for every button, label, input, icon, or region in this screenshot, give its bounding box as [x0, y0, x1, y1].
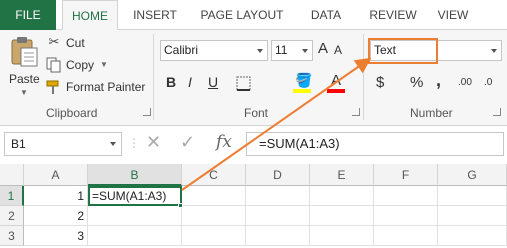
- name-box-value: B1: [11, 137, 26, 151]
- tab-data[interactable]: DATA: [298, 0, 354, 30]
- cancel-icon[interactable]: ✕: [146, 132, 161, 153]
- fill-handle[interactable]: [178, 203, 183, 208]
- copy-button[interactable]: Copy ▼: [46, 56, 116, 74]
- formula-input[interactable]: =SUM(A1:A3): [246, 132, 504, 156]
- number-launcher-icon[interactable]: [493, 108, 501, 116]
- cell-g2[interactable]: [438, 206, 507, 226]
- row-header-1[interactable]: 1: [0, 186, 24, 206]
- group-divider: [363, 34, 364, 120]
- insert-function-icon[interactable]: fx: [216, 132, 232, 152]
- cell-b2[interactable]: [88, 206, 182, 226]
- cell-f1[interactable]: [374, 186, 438, 206]
- bold-button[interactable]: B: [166, 74, 176, 90]
- cell-f3[interactable]: [374, 226, 438, 246]
- column-header-c[interactable]: C: [182, 164, 246, 186]
- font-launcher-icon[interactable]: [352, 108, 360, 116]
- tab-file[interactable]: FILE: [0, 0, 56, 30]
- ribbon-tab-bar: FILE HOME INSERT PAGE LAYOUT DATA REVIEW…: [0, 0, 507, 31]
- paste-icon: [11, 37, 38, 67]
- tab-insert[interactable]: INSERT: [124, 0, 186, 30]
- chevron-down-icon: ▼: [100, 60, 108, 69]
- chevron-down-icon: ▼: [20, 88, 28, 97]
- copy-icon: [46, 57, 61, 73]
- worksheet-grid: A B C D E F G 1 2 3 1 =SUM(A1:A3) 2 3: [0, 164, 507, 248]
- chevron-down-icon: [110, 142, 116, 146]
- paste-button[interactable]: Paste ▼: [6, 34, 42, 100]
- row-header-3[interactable]: 3: [0, 226, 24, 246]
- cut-button[interactable]: ✂ Cut: [46, 34, 106, 52]
- cut-label: Cut: [66, 36, 85, 50]
- font-group-label: Font: [244, 106, 269, 120]
- cell-e2[interactable]: [310, 206, 374, 226]
- italic-button[interactable]: I: [188, 74, 192, 90]
- cell-b3[interactable]: [88, 226, 182, 246]
- cell-g1[interactable]: [438, 186, 507, 206]
- font-name-dropdown[interactable]: Calibri: [160, 40, 268, 61]
- column-header-e[interactable]: E: [310, 164, 374, 186]
- column-header-a[interactable]: A: [24, 164, 88, 186]
- number-format-highlight: [368, 38, 438, 64]
- group-divider: [153, 34, 154, 120]
- fill-color-button[interactable]: 🪣: [292, 72, 312, 96]
- decrease-font-button[interactable]: A: [334, 43, 342, 57]
- column-header-f[interactable]: F: [374, 164, 438, 186]
- name-box[interactable]: B1: [4, 132, 122, 156]
- formula-bar: B1 ⋮ ✕ ✓ fx =SUM(A1:A3): [0, 130, 507, 160]
- increase-decimal-button[interactable]: .00: [458, 77, 472, 88]
- font-color-label: A: [331, 72, 342, 89]
- tab-page-layout[interactable]: PAGE LAYOUT: [192, 0, 292, 30]
- font-size-value: 11: [275, 43, 288, 57]
- cell-d2[interactable]: [246, 206, 310, 226]
- tab-home[interactable]: HOME: [62, 0, 118, 31]
- borders-icon[interactable]: [236, 76, 252, 92]
- cell-a3[interactable]: 3: [24, 226, 88, 246]
- cell-a2[interactable]: 2: [24, 206, 88, 226]
- clipboard-launcher-icon[interactable]: [143, 108, 151, 116]
- cell-e1[interactable]: [310, 186, 374, 206]
- fill-color-swatch: [293, 89, 311, 93]
- underline-button[interactable]: U: [208, 74, 218, 90]
- tab-review[interactable]: REVIEW: [362, 0, 424, 30]
- format-painter-button[interactable]: Format Painter: [46, 78, 150, 96]
- cell-c2[interactable]: [182, 206, 246, 226]
- cell-a1[interactable]: 1: [24, 186, 88, 206]
- formula-value: =SUM(A1:A3): [259, 136, 340, 151]
- chevron-down-icon: [257, 49, 263, 53]
- font-color-swatch: [327, 89, 345, 93]
- copy-label: Copy: [66, 58, 95, 72]
- tab-view[interactable]: VIEW: [428, 0, 478, 30]
- chevron-down-icon: [491, 49, 497, 53]
- cell-f2[interactable]: [374, 206, 438, 226]
- format-painter-icon: [46, 80, 59, 94]
- number-group-label: Number: [410, 106, 453, 120]
- font-size-dropdown[interactable]: 11: [271, 40, 313, 61]
- cell-d1[interactable]: [246, 186, 310, 206]
- enter-icon[interactable]: ✓: [180, 132, 195, 153]
- row-header-2[interactable]: 2: [0, 206, 24, 226]
- paste-label: Paste: [9, 72, 40, 86]
- percent-button[interactable]: %: [410, 74, 423, 91]
- format-painter-label: Format Painter: [66, 80, 146, 94]
- select-all-corner[interactable]: [0, 164, 24, 186]
- cell-c1[interactable]: [182, 186, 246, 206]
- cell-g3[interactable]: [438, 226, 507, 246]
- cell-c3[interactable]: [182, 226, 246, 246]
- chevron-down-icon: [302, 49, 308, 53]
- paint-bucket-icon: 🪣: [295, 72, 313, 88]
- dots-icon: ⋮: [128, 136, 140, 150]
- currency-button[interactable]: $: [376, 74, 384, 91]
- clipboard-group-label: Clipboard: [46, 106, 98, 120]
- font-color-button[interactable]: A: [326, 72, 346, 96]
- scissors-icon: ✂: [48, 34, 60, 49]
- column-header-b[interactable]: B: [88, 164, 182, 186]
- cell-e3[interactable]: [310, 226, 374, 246]
- cell-b1[interactable]: =SUM(A1:A3): [88, 186, 182, 206]
- decrease-decimal-button[interactable]: .0: [484, 77, 492, 88]
- cell-d3[interactable]: [246, 226, 310, 246]
- comma-button[interactable]: ,: [436, 70, 441, 91]
- font-name-value: Calibri: [164, 43, 199, 57]
- column-header-d[interactable]: D: [246, 164, 310, 186]
- increase-font-button[interactable]: A: [318, 40, 328, 57]
- column-header-g[interactable]: G: [438, 164, 507, 186]
